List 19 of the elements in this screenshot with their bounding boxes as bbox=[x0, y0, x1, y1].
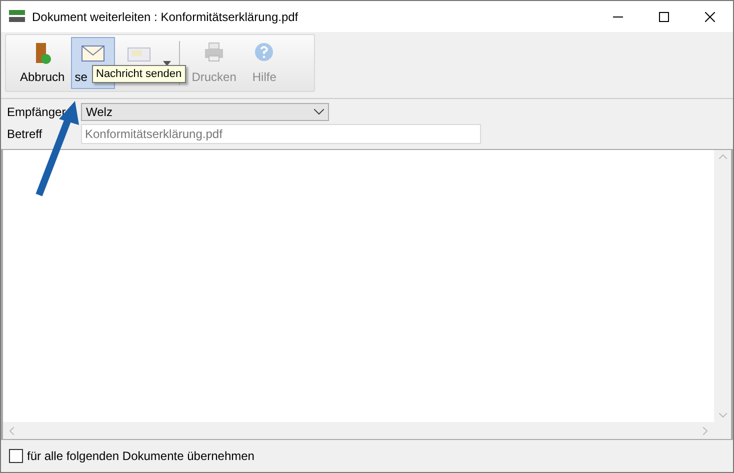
scroll-right-icon[interactable] bbox=[703, 426, 708, 434]
scroll-left-icon[interactable] bbox=[9, 426, 14, 434]
printer-icon bbox=[203, 41, 226, 63]
tooltip: Nachricht senden bbox=[92, 65, 186, 83]
chevron-down-icon bbox=[314, 109, 324, 115]
close-icon bbox=[705, 12, 715, 22]
checkbox-label: für alle folgenden Dokumente übernehmen bbox=[27, 449, 254, 463]
message-area[interactable] bbox=[1, 149, 733, 440]
checkbox[interactable] bbox=[9, 449, 23, 463]
subject-field[interactable]: Konformitätserklärung.pdf bbox=[81, 124, 481, 144]
maximize-icon bbox=[659, 12, 669, 22]
help-icon bbox=[253, 41, 276, 63]
toolbar-button[interactable]: Abbruch bbox=[16, 37, 69, 89]
recipient-dropdown[interactable]: Welz bbox=[81, 103, 329, 121]
scroll-up-icon[interactable] bbox=[718, 154, 726, 159]
scroll-down-icon[interactable] bbox=[718, 413, 726, 418]
window-title: Dokument weiterleiten : Konformitätserklärung.pdf bbox=[32, 10, 300, 24]
field-label: Betreff bbox=[7, 127, 42, 141]
field-label: Empfänger bbox=[7, 105, 66, 119]
